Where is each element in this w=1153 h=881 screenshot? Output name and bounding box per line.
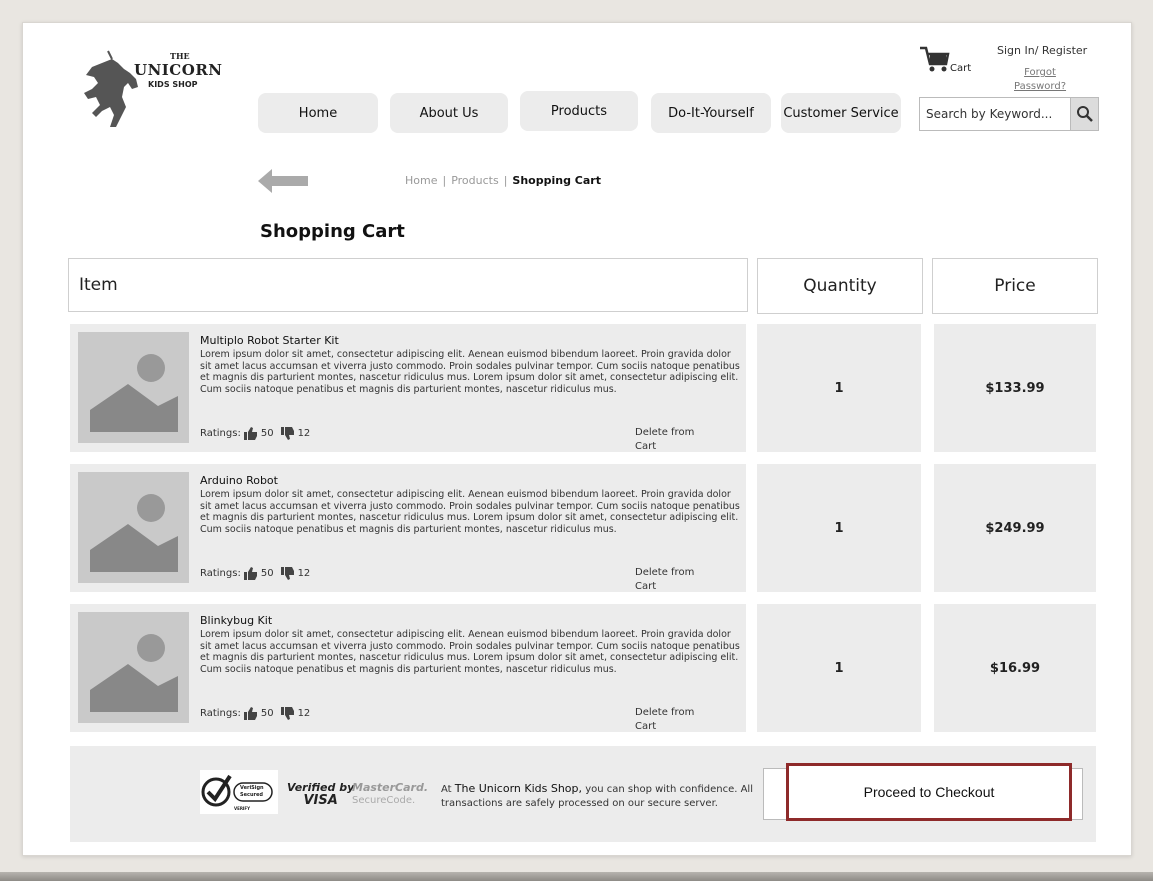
row-quantity[interactable]: 1 [757,324,921,452]
search-button[interactable] [1070,98,1098,130]
page-bottom-edge [0,872,1153,881]
product-ratings: Ratings: 50 12 [200,427,310,440]
cart-row-item: Blinkybug Kit Lorem ipsum dolor sit amet… [70,604,746,732]
verisign-badge: VeriSign Secured VERIFY [200,770,278,814]
row-price: $16.99 [934,604,1096,732]
nav-customer-service[interactable]: Customer Service [781,93,901,133]
site-logo[interactable]: THE UNICORN KIDS SHOP [78,47,248,132]
dislikes-count: 12 [297,708,311,719]
thumbs-up-icon[interactable] [243,427,258,440]
ratings-label: Ratings: [200,568,241,579]
thumbs-up-icon[interactable] [243,707,258,720]
nav-home[interactable]: Home [258,93,378,133]
thumbs-down-icon[interactable] [280,567,295,580]
forgot-line-2: Password? [1014,81,1067,92]
verisign-verify: VERIFY [234,806,251,811]
header-quantity: Quantity [757,258,923,314]
search-box [919,97,1099,131]
image-placeholder-icon [90,494,178,572]
ratings-label: Ratings: [200,428,241,439]
cart-label: Cart [950,63,972,74]
proceed-to-checkout-button[interactable]: Proceed to Checkout [786,763,1072,821]
breadcrumb-home[interactable]: Home [405,174,437,187]
search-icon [1076,106,1093,122]
row-price: $133.99 [934,324,1096,452]
likes-count: 50 [260,708,274,719]
securecode-text: SecureCode. [352,795,416,806]
product-image[interactable] [78,612,189,723]
logo-subtitle: KIDS SHOP [148,80,198,89]
breadcrumb: Home | Products | Shopping Cart [405,174,601,187]
dislikes-count: 12 [297,428,311,439]
forgot-password-link[interactable]: Forgot Password? [1014,66,1066,94]
cart-link[interactable]: Cart [918,44,978,80]
verisign-secured: Secured [240,792,263,798]
signin-register-link[interactable]: Sign In/ Register [997,44,1087,57]
ratings-label: Ratings: [200,708,241,719]
product-ratings: Ratings: 50 12 [200,567,310,580]
thumbs-up-icon[interactable] [243,567,258,580]
delete-from-cart-link[interactable]: Delete from Cart [635,706,715,734]
cart-row-item: Arduino Robot Lorem ipsum dolor sit amet… [70,464,746,592]
thumbs-down-icon[interactable] [280,707,295,720]
delete-from-cart-link[interactable]: Delete from Cart [635,426,715,454]
product-image[interactable] [78,332,189,443]
row-quantity[interactable]: 1 [757,464,921,592]
logo-the: THE [170,51,190,61]
nav-about-us[interactable]: About Us [390,93,508,133]
header-price: Price [932,258,1098,314]
breadcrumb-separator: | [503,174,508,187]
search-input[interactable] [920,98,1070,130]
visa-text: VISA [303,793,338,808]
image-placeholder-icon [90,354,178,432]
product-ratings: Ratings: 50 12 [200,707,310,720]
product-description: Lorem ipsum dolor sit amet, consectetur … [200,489,740,535]
row-quantity[interactable]: 1 [757,604,921,732]
thumbs-down-icon[interactable] [280,427,295,440]
product-description: Lorem ipsum dolor sit amet, consectetur … [200,349,740,395]
cart-row-item: Multiplo Robot Starter Kit Lorem ipsum d… [70,324,746,452]
breadcrumb-products[interactable]: Products [451,174,499,187]
likes-count: 50 [260,568,274,579]
verisign-label: VeriSign [240,785,264,791]
verified-by-visa-badge: Verified by VISA [287,781,354,807]
breadcrumb-separator: | [442,174,447,187]
mastercard-text: MasterCard. [352,781,429,794]
image-placeholder-icon [90,634,178,712]
logo-name: UNICORN [134,61,223,79]
product-name[interactable]: Arduino Robot [200,474,278,487]
secure-shopping-notice: At The Unicorn Kids Shop, you can shop w… [441,782,791,811]
back-arrow-icon[interactable] [258,169,308,193]
forgot-line-1: Forgot [1024,67,1056,78]
page-title: Shopping Cart [260,221,405,242]
delete-from-cart-link[interactable]: Delete from Cart [635,566,715,594]
product-image[interactable] [78,472,189,583]
header-item: Item [68,258,748,312]
likes-count: 50 [260,428,274,439]
product-description: Lorem ipsum dolor sit amet, consectetur … [200,629,740,675]
dislikes-count: 12 [297,568,311,579]
nav-products[interactable]: Products [520,91,638,131]
mastercard-securecode-badge: MasterCard. SecureCode. [352,781,428,807]
notice-brand: The Unicorn Kids Shop, [454,782,583,795]
product-name[interactable]: Blinkybug Kit [200,614,272,627]
breadcrumb-current: Shopping Cart [512,174,601,187]
shopping-cart-icon [920,46,950,72]
product-name[interactable]: Multiplo Robot Starter Kit [200,334,339,347]
row-price: $249.99 [934,464,1096,592]
notice-prefix: At [441,784,455,795]
nav-do-it-yourself[interactable]: Do-It-Yourself [651,93,771,133]
